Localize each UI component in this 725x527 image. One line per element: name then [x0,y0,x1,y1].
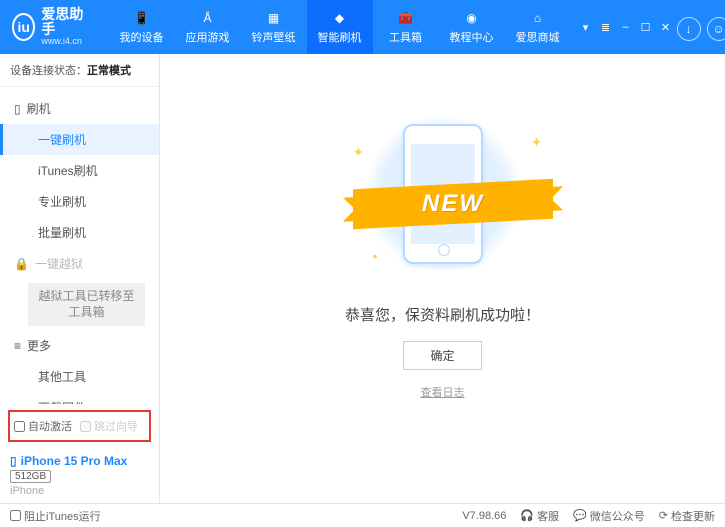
phone-icon: ▯ [14,102,21,116]
sparkle-icon: ✦ [353,144,365,161]
nav-flash[interactable]: ◆ 智能刷机 [307,0,373,54]
sparkle-icon: ✦ [531,134,543,151]
phone-small-icon: ▯ [10,454,17,468]
jailbreak-note: 越狱工具已转移至工具箱 [28,283,145,326]
ringtone-icon: ▦ [265,9,283,27]
toolbox-icon: 🧰 [397,9,415,27]
sidebar-item-download-fw[interactable]: 下载固件 [0,392,159,404]
maximize-icon[interactable]: ☐ [639,20,653,34]
logo[interactable]: iu 爱思助手 www.i4.cn [0,7,99,48]
sidebar-item-other-tools[interactable]: 其他工具 [0,361,159,392]
wechat-link[interactable]: 💬微信公众号 [573,508,645,524]
device-icon: 📱 [133,9,151,27]
sidebar-item-onekey-flash[interactable]: 一键刷机 [0,124,159,155]
support-icon: 🎧 [520,509,534,522]
device-info: ▯ iPhone 15 Pro Max 512GB iPhone [0,448,159,503]
success-message: 恭喜您，保资料刷机成功啦！ [345,304,540,325]
block-itunes[interactable]: 阻止iTunes运行 [10,508,101,524]
menu-icon[interactable]: ▾ [579,20,593,34]
connection-status: 设备连接状态：正常模式 [0,54,159,87]
update-icon: ⟳ [659,509,668,522]
group-more[interactable]: ≡ 更多 [0,330,159,361]
close-icon[interactable]: ✕ [659,20,673,34]
storage-badge: 512GB [10,470,51,483]
nav-ringtone[interactable]: ▦ 铃声壁纸 [241,0,307,54]
grid-icon[interactable]: ≣ [599,20,613,34]
nav-my-device[interactable]: 📱 我的设备 [109,0,175,54]
version-label: V7.98.66 [462,510,506,522]
auto-activate-checkbox[interactable] [14,421,25,432]
user-button[interactable]: ☺ [707,17,725,41]
store-icon: ⌂ [529,9,547,27]
cb-skip-guide[interactable]: 跳过向导 [80,418,138,434]
nav-apps[interactable]: Å 应用游戏 [175,0,241,54]
app-name: 爱思助手 [41,7,86,38]
ok-button[interactable]: 确定 [403,341,481,370]
group-flash[interactable]: ▯ 刷机 [0,93,159,124]
minimize-icon[interactable]: – [619,20,633,34]
device-type: iPhone [10,485,149,497]
device-name[interactable]: ▯ iPhone 15 Pro Max [10,454,149,468]
more-icon: ≡ [14,339,21,353]
logo-icon: iu [12,13,35,41]
lock-icon: 🔒 [14,257,29,271]
options-box: 自动激活 跳过向导 [8,410,151,442]
skip-guide-checkbox [80,421,91,432]
ribbon-text: NEW [422,190,484,218]
apps-icon: Å [199,9,217,27]
flash-icon: ◆ [331,9,349,27]
block-itunes-checkbox[interactable] [10,510,21,521]
view-log-link[interactable]: 查看日志 [421,384,465,400]
group-jailbreak: 🔒 一键越狱 [0,248,159,279]
nav-toolbox[interactable]: 🧰 工具箱 [373,0,439,54]
nav-store[interactable]: ⌂ 爱思商城 [505,0,571,54]
sidebar-item-itunes-flash[interactable]: iTunes刷机 [0,155,159,186]
nav-tutorial[interactable]: ◉ 教程中心 [439,0,505,54]
cb-auto-activate[interactable]: 自动激活 [14,418,72,434]
download-button[interactable]: ↓ [677,17,701,41]
check-update-link[interactable]: ⟳检查更新 [659,508,715,524]
sidebar-item-pro-flash[interactable]: 专业刷机 [0,186,159,217]
wechat-icon: 💬 [573,509,587,522]
tutorial-icon: ◉ [463,9,481,27]
sparkle-icon: • [373,248,378,264]
sidebar-item-batch-flash[interactable]: 批量刷机 [0,217,159,248]
success-illustration: NEW ✦ ✦ • [343,114,543,274]
app-url: www.i4.cn [41,37,86,47]
support-link[interactable]: 🎧客服 [520,508,559,524]
